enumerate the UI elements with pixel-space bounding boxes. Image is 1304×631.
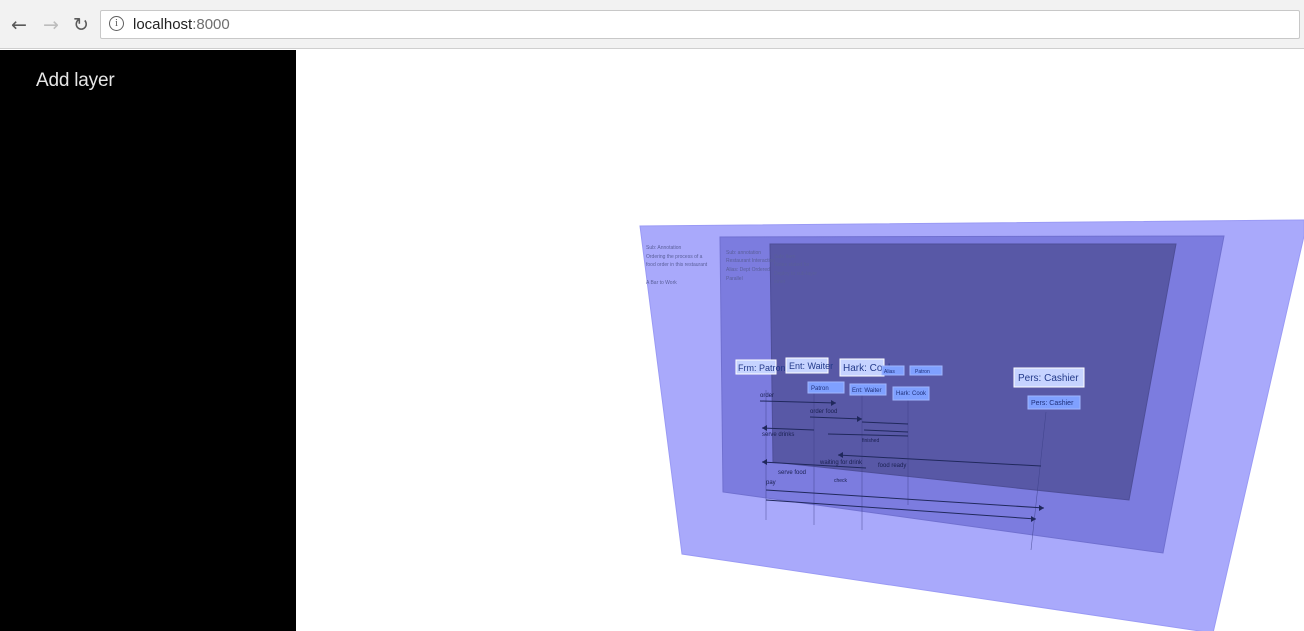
add-layer-button[interactable]: Add layer xyxy=(36,70,115,92)
svg-text:Ent: Waiter: Ent: Waiter xyxy=(789,361,833,371)
actor-pers-cashier[interactable]: Pers: Cashier xyxy=(1013,367,1085,388)
actor-pers-cashier-back[interactable]: Pers: Cashier xyxy=(1027,395,1081,410)
arrow-left-icon[interactable]: ← xyxy=(8,14,30,36)
svg-text:A Bar to Work: A Bar to Work xyxy=(646,280,677,286)
svg-text:Alias: Dept Ordered: Alias: Dept Ordered xyxy=(726,267,770,273)
address-bar[interactable]: i localhost:8000 xyxy=(100,10,1300,39)
url-port: :8000 xyxy=(192,16,230,33)
layer-scene-svg: Sub: Annotation Ordering the process of … xyxy=(639,219,1304,631)
svg-text:Patron: Patron xyxy=(915,369,930,375)
actor-hark-cook-back[interactable]: Hark: Cook xyxy=(892,386,930,401)
svg-text:Hark: Cook: Hark: Cook xyxy=(896,391,927,397)
actor-patron-right[interactable]: Patron xyxy=(909,365,943,376)
url-host: localhost xyxy=(133,16,193,33)
arrow-right-icon[interactable]: → xyxy=(40,14,62,36)
reload-icon[interactable]: ↻ xyxy=(70,14,92,36)
svg-text:Restaurant Interaction: Restaurant Interaction xyxy=(726,258,775,264)
svg-text:Sub: Annotation: Sub: Annotation xyxy=(646,245,682,251)
actor-alias[interactable]: Alias xyxy=(881,365,905,376)
url-text[interactable]: localhost:8000 xyxy=(133,16,230,33)
actor-ent-waiter-back[interactable]: Ent: Waiter xyxy=(849,383,887,396)
svg-text:Pers: Cashier: Pers: Cashier xyxy=(1031,400,1074,407)
svg-text:Deploy to sub-layer: Deploy to sub-layer xyxy=(774,271,817,277)
svg-text:Ent: Waiter: Ent: Waiter xyxy=(852,388,881,394)
svg-text:Alias: Alias xyxy=(884,369,895,375)
svg-text:Inner: Inner xyxy=(774,279,786,285)
svg-text:Ordering the process of a: Ordering the process of a xyxy=(646,254,703,260)
svg-text:serve drinks: serve drinks xyxy=(762,432,794,438)
layer-scene[interactable]: Sub: Annotation Ordering the process of … xyxy=(296,50,1304,631)
browser-toolbar: ← → ↻ i localhost:8000 xyxy=(0,0,1304,49)
svg-text:food order in this restaurant: food order in this restaurant xyxy=(646,262,708,268)
svg-text:finished: finished xyxy=(862,438,879,444)
svg-text:serve food: serve food xyxy=(778,470,806,476)
svg-text:order food: order food xyxy=(810,409,837,415)
svg-text:Sub: Item: Sub: Item xyxy=(774,254,795,260)
svg-text:waiting for drink: waiting for drink xyxy=(819,460,863,466)
svg-text:Parallel: Parallel xyxy=(726,276,743,282)
svg-text:order: order xyxy=(760,393,774,399)
svg-text:check: check xyxy=(834,478,848,484)
svg-text:Notes stated for: Notes stated for xyxy=(774,262,810,268)
sidebar-panel: Add layer xyxy=(0,50,296,631)
actor-frm-patron[interactable]: Frm: Patron xyxy=(735,359,786,375)
actor-patron-back[interactable]: Patron xyxy=(807,381,845,394)
svg-text:pay: pay xyxy=(766,480,776,486)
svg-text:Patron: Patron xyxy=(811,386,829,392)
info-icon[interactable]: i xyxy=(109,16,124,31)
svg-text:Sub: annotation: Sub: annotation xyxy=(726,250,761,256)
svg-text:food ready: food ready xyxy=(878,463,906,469)
svg-text:Frm: Patron: Frm: Patron xyxy=(738,363,786,373)
svg-text:Pers: Cashier: Pers: Cashier xyxy=(1018,373,1079,384)
actor-ent-waiter[interactable]: Ent: Waiter xyxy=(785,357,833,374)
